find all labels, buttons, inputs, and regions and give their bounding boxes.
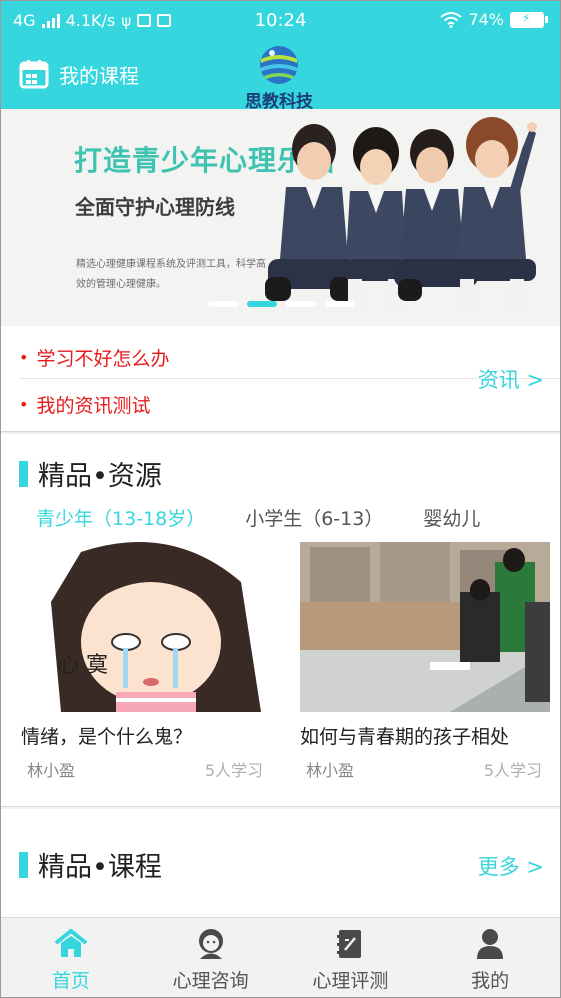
banner-dot[interactable] xyxy=(286,301,316,307)
tab-home-label: 首页 xyxy=(51,970,90,992)
bullet-dot: • xyxy=(19,395,29,414)
news-item[interactable]: • 我的资讯测试 xyxy=(19,391,150,418)
card-meta: 林小盈 5人学习 xyxy=(21,757,271,781)
globe-logo-icon xyxy=(260,46,298,84)
card-meta: 林小盈 5人学习 xyxy=(300,757,550,781)
wifi-icon xyxy=(440,11,463,28)
status-right: 74% xyxy=(440,10,548,29)
brand-logo: 思教科技 xyxy=(237,41,321,112)
card-title: 情绪，是个什么鬼？ xyxy=(21,726,193,748)
resources-title: 精品•资源 xyxy=(38,461,162,492)
tab-profile-label: 我的 xyxy=(471,970,510,992)
banner-description: 精选心理健康课程系统及评测工具，科学高效的管理心理健康。 xyxy=(76,259,266,290)
app-frame: 4G 4.1K/s ψ 10:24 74% ⚡ 我的课程 思教科技 打造青少年心… xyxy=(0,0,561,998)
teens-on-bleachers-photo xyxy=(300,542,550,712)
counselor-icon xyxy=(141,924,281,964)
card-image xyxy=(300,542,550,712)
card-learner-count: 5人学习 xyxy=(204,761,263,780)
bottom-tab-bar: 首页 心理咨询 心理评测 我的 xyxy=(1,917,560,997)
tab-primary[interactable]: 小学生（6-13） xyxy=(245,504,383,531)
age-tabs: 青少年（13-18岁） 小学生（6-13） 婴幼儿 xyxy=(36,504,520,531)
card-title: 如何与青春期的孩子相处 xyxy=(300,726,510,748)
section-accent-bar xyxy=(19,460,28,487)
news-item-title: 我的资讯测试 xyxy=(36,395,151,417)
resources-section: 精品•资源 青少年（13-18岁） 小学生（6-13） 婴幼儿 心 寞 情绪，是… xyxy=(1,434,560,807)
section-title: 精品•课程 xyxy=(19,845,162,884)
card-image-text: 心 寞 xyxy=(57,653,108,678)
card-image: 心 寞 xyxy=(21,542,271,712)
my-courses-button[interactable]: 我的课程 xyxy=(19,59,139,89)
banner-students-image xyxy=(265,117,537,307)
card-author: 林小盈 xyxy=(27,761,76,780)
tab-counseling-label: 心理咨询 xyxy=(172,970,249,992)
news-item-title: 学习不好怎么办 xyxy=(36,348,170,370)
bullet-dot: • xyxy=(19,348,29,367)
banner-pagination[interactable] xyxy=(208,301,355,307)
banner-dot-active[interactable] xyxy=(247,301,277,307)
section-title: 精品•资源 xyxy=(19,454,162,493)
crying-girl-illustration: 心 寞 xyxy=(21,542,271,712)
news-section: • 学习不好怎么办 • 我的资讯测试 资讯 > xyxy=(1,326,560,432)
tab-counseling[interactable]: 心理咨询 xyxy=(141,918,281,997)
assessment-icon xyxy=(281,924,421,964)
status-bar: 4G 4.1K/s ψ 10:24 74% xyxy=(1,1,560,41)
resource-card[interactable]: 心 寞 情绪，是个什么鬼？ 林小盈 5人学习 xyxy=(21,542,271,781)
app-header: 我的课程 思教科技 xyxy=(1,41,560,112)
courses-title: 精品•课程 xyxy=(38,852,162,883)
section-accent-bar xyxy=(19,851,28,878)
tab-teen[interactable]: 青少年（13-18岁） xyxy=(36,504,205,531)
my-courses-label: 我的课程 xyxy=(59,63,139,88)
tab-home[interactable]: 首页 xyxy=(1,918,141,997)
news-item[interactable]: • 学习不好怎么办 xyxy=(19,344,169,371)
tab-infant[interactable]: 婴幼儿 xyxy=(423,504,480,531)
card-author: 林小盈 xyxy=(306,761,355,780)
battery-level: 74% xyxy=(468,10,504,29)
tab-assessment-label: 心理评测 xyxy=(312,970,389,992)
banner-dot[interactable] xyxy=(325,301,355,307)
courses-more-link[interactable]: 更多 > xyxy=(478,851,544,881)
home-icon xyxy=(1,924,141,964)
news-more-link[interactable]: 资讯 > xyxy=(478,364,544,394)
banner-subtitle: 全面守护心理防线 xyxy=(75,195,235,219)
banner-dot[interactable] xyxy=(208,301,238,307)
card-learner-count: 5人学习 xyxy=(483,761,542,780)
battery-icon xyxy=(510,11,548,28)
tab-assessment[interactable]: 心理评测 xyxy=(281,918,421,997)
profile-icon xyxy=(420,924,560,964)
resource-card[interactable]: 如何与青春期的孩子相处 林小盈 5人学习 xyxy=(300,542,550,781)
promo-banner[interactable]: 打造青少年心理乐园 全面守护心理防线 精选心理健康课程系统及评测工具，科学高效的… xyxy=(1,109,560,326)
courses-section: 精品•课程 更多 > xyxy=(1,809,560,919)
tab-profile[interactable]: 我的 xyxy=(420,918,560,997)
calendar-icon xyxy=(19,60,49,89)
